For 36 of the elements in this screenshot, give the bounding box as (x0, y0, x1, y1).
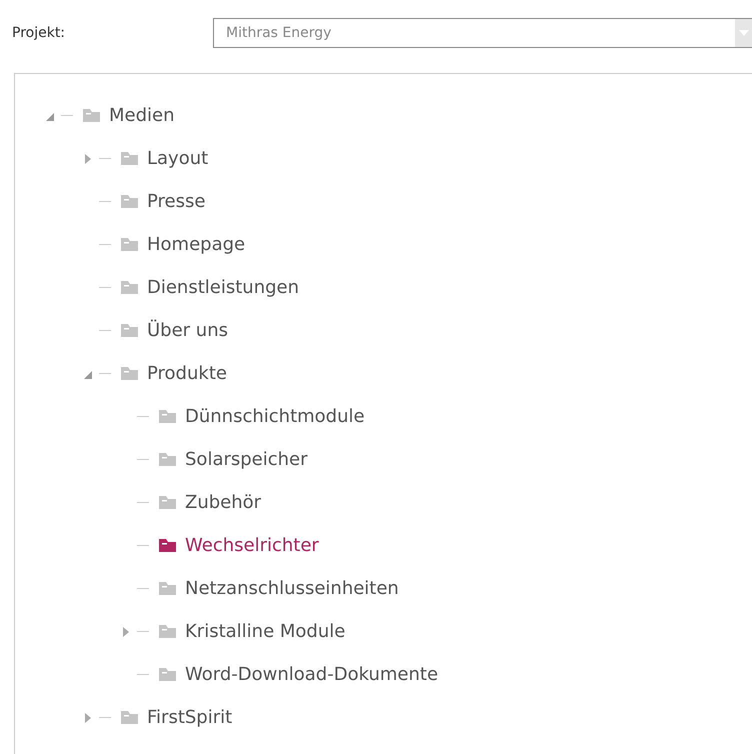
folder-icon (121, 238, 138, 251)
tree-item[interactable]: Produkte (147, 363, 227, 384)
tree-item[interactable]: Word-Download-Dokumente (185, 664, 438, 685)
tree-item[interactable]: Dünnschichtmodule (185, 406, 365, 427)
expand-toggle-icon[interactable] (121, 626, 131, 638)
tree-item[interactable]: Layout (147, 148, 208, 169)
folder-icon (159, 539, 176, 552)
project-dropdown[interactable]: Mithras Energy (213, 18, 752, 48)
tree-item[interactable]: FirstSpirit (147, 707, 232, 728)
folder-icon (159, 625, 176, 638)
expand-toggle-icon[interactable] (83, 712, 93, 724)
tree-item[interactable]: Zubehör (185, 492, 262, 513)
folder-icon (121, 195, 138, 208)
tree-item[interactable]: Presse (147, 191, 206, 212)
tree-item[interactable]: Kristalline Module (185, 621, 346, 642)
folder-icon (83, 109, 100, 122)
folder-icon (159, 496, 176, 509)
folder-icon (121, 281, 138, 294)
folder-icon (121, 324, 138, 337)
folder-icon (121, 367, 138, 380)
folder-icon (159, 582, 176, 595)
tree-item[interactable]: Homepage (147, 234, 246, 255)
tree-item[interactable]: Dienstleistungen (147, 277, 300, 298)
folder-icon (159, 410, 176, 423)
tree-item[interactable]: Wechselrichter (185, 535, 319, 556)
tree-item[interactable]: Medien (109, 105, 175, 126)
folder-icon (121, 152, 138, 165)
project-label: Projekt: (12, 25, 66, 41)
tree-item[interactable]: Solarspeicher (185, 449, 308, 470)
folder-icon (159, 453, 176, 466)
dropdown-caret-icon (738, 30, 748, 36)
expand-toggle-icon[interactable] (83, 152, 93, 164)
tree-item[interactable]: Über uns (147, 320, 228, 341)
tree-item[interactable]: Netzanschlusseinheiten (185, 578, 399, 599)
folder-icon (159, 668, 176, 681)
folder-icon (121, 711, 138, 724)
